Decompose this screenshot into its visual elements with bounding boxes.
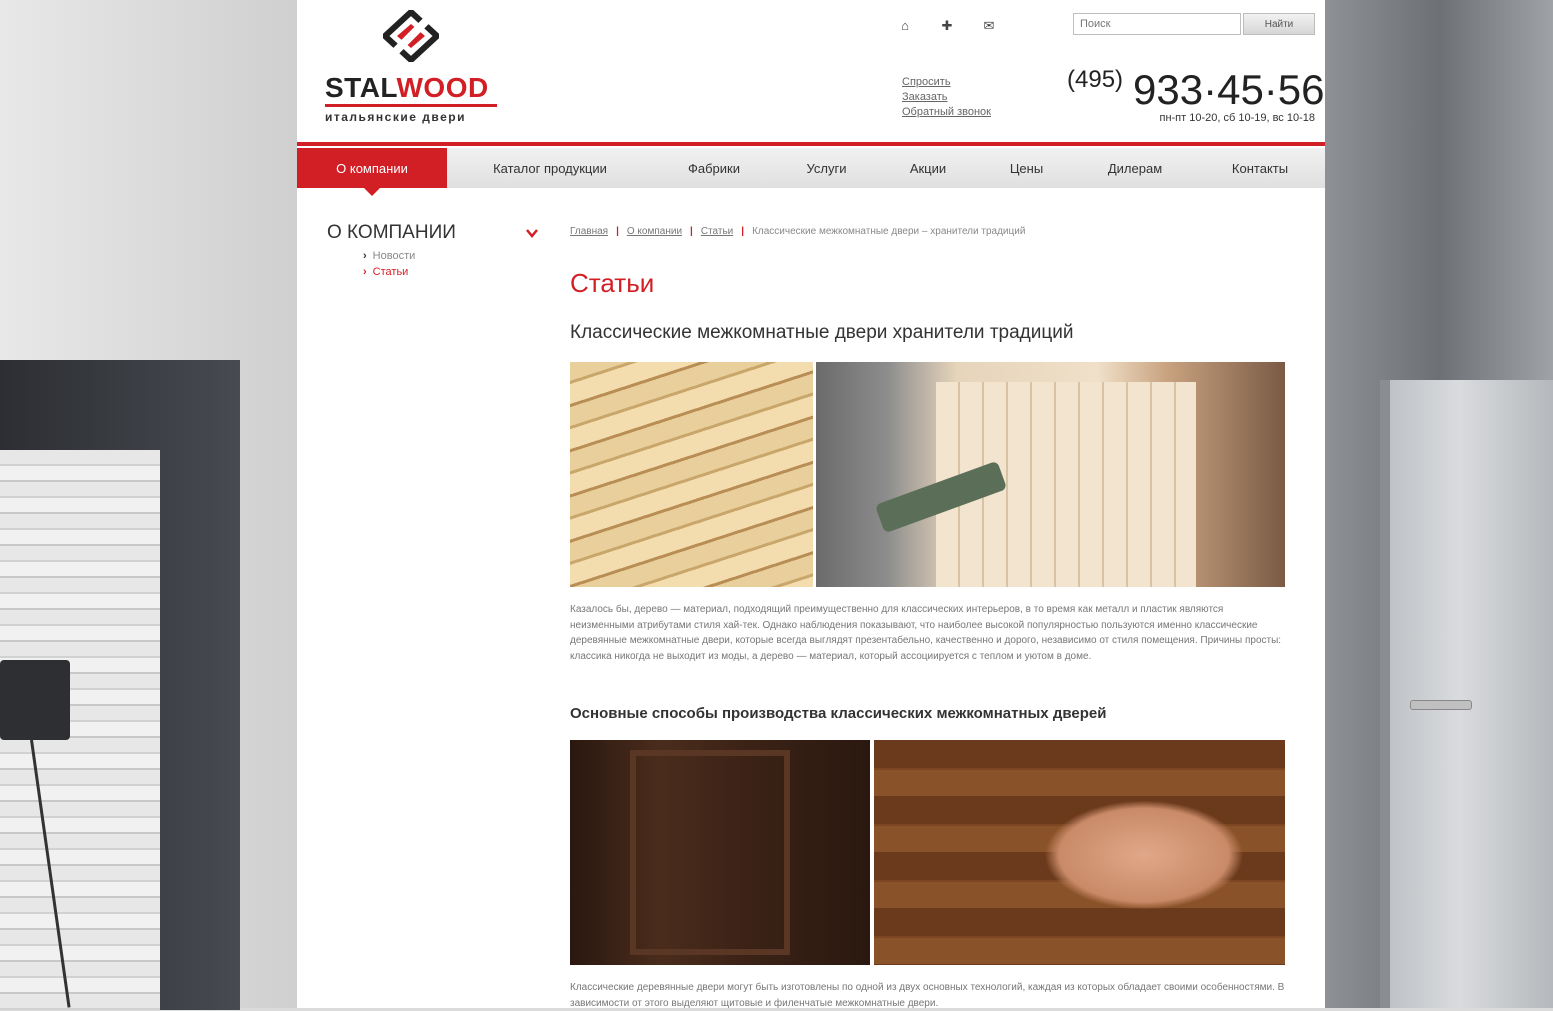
header-divider bbox=[297, 142, 1325, 146]
craftsman-photo bbox=[816, 362, 1285, 587]
quick-links: Спросить Заказать Обратный звонок bbox=[902, 76, 991, 118]
nav-item-catalog[interactable]: Каталог продукции bbox=[447, 148, 653, 188]
sidebar-item-news[interactable]: Новости bbox=[363, 248, 416, 264]
order-link[interactable]: Заказать bbox=[902, 91, 991, 103]
breadcrumb-home[interactable]: Главная bbox=[570, 226, 608, 237]
main-nav: О компании Каталог продукции Фабрики Усл… bbox=[297, 148, 1325, 196]
search-input[interactable] bbox=[1073, 13, 1241, 35]
home-icon[interactable]: ⌂ bbox=[897, 18, 913, 34]
logo-text-dark: STAL bbox=[325, 72, 397, 103]
top-icons: ⌂ ✚ ✉ bbox=[897, 18, 997, 34]
nav-item-contacts[interactable]: Контакты bbox=[1195, 148, 1325, 188]
article-paragraph-2: Классические деревянные двери могут быть… bbox=[570, 982, 1285, 1009]
logo-wordmark[interactable]: STALWOOD bbox=[325, 72, 489, 104]
nav-item-about[interactable]: О компании bbox=[297, 148, 447, 196]
nav-item-prices[interactable]: Цены bbox=[978, 148, 1075, 188]
nav-item-services[interactable]: Услуги bbox=[775, 148, 878, 188]
logo-tagline: итальянские двери bbox=[325, 110, 466, 124]
article-paragraph: Казалось бы, дерево — материал, подходящ… bbox=[570, 604, 1282, 662]
breadcrumb-current: Классические межкомнатные двери – хранит… bbox=[752, 226, 1026, 237]
carving-photo bbox=[874, 740, 1285, 965]
sidebar-item-articles[interactable]: Статьи bbox=[363, 264, 415, 280]
nav-item-dealers[interactable]: Дилерам bbox=[1075, 148, 1195, 188]
logo-mark-icon[interactable] bbox=[383, 10, 439, 62]
breadcrumb-about[interactable]: О компании bbox=[627, 226, 682, 237]
breadcrumb-separator: | bbox=[616, 226, 619, 237]
working-hours: пн-пт 10-20, сб 10-19, вс 10-18 bbox=[1159, 112, 1315, 124]
door-panel bbox=[630, 750, 790, 955]
nav-item-factories[interactable]: Фабрики bbox=[653, 148, 775, 188]
search-button[interactable]: Найти bbox=[1243, 13, 1315, 35]
chevron-down-icon[interactable] bbox=[525, 226, 539, 240]
sidebar-title[interactable]: О КОМПАНИИ bbox=[327, 222, 456, 244]
background-door-handle bbox=[1410, 700, 1472, 710]
callback-link[interactable]: Обратный звонок bbox=[902, 106, 991, 118]
page-title: Статьи bbox=[570, 268, 655, 298]
lumber-photo bbox=[570, 362, 813, 587]
breadcrumb: Главная | О компании | Статьи | Классические м… bbox=[570, 226, 1025, 237]
phone-main: 933·45·56 bbox=[1133, 66, 1325, 113]
carving-hands bbox=[1044, 800, 1244, 910]
background-door bbox=[1380, 380, 1553, 1008]
background-lamp bbox=[0, 660, 70, 740]
breadcrumb-separator: | bbox=[741, 226, 745, 237]
logo-text-accent: WOOD bbox=[396, 72, 489, 103]
breadcrumb-articles[interactable]: Статьи bbox=[701, 226, 733, 237]
section-heading: Основные способы производства классическ… bbox=[570, 705, 1107, 722]
sidebar-menu: Новости Статьи bbox=[363, 248, 416, 280]
nav-item-promotions[interactable]: Акции bbox=[878, 148, 978, 188]
article-title: Классические межкомнатные двери хранител… bbox=[570, 322, 1074, 343]
phone-number: (495) 933·45·56 bbox=[1067, 66, 1325, 114]
breadcrumb-separator: | bbox=[690, 226, 693, 237]
door-photo bbox=[570, 740, 870, 965]
logo-underline bbox=[325, 104, 497, 107]
sitemap-icon[interactable]: ✚ bbox=[939, 18, 955, 34]
mail-icon[interactable]: ✉ bbox=[981, 18, 997, 34]
page-container: STALWOOD итальянские двери ⌂ ✚ ✉ Найти С… bbox=[297, 0, 1325, 1009]
phone-code: (495) bbox=[1067, 66, 1124, 93]
ask-link[interactable]: Спросить bbox=[902, 76, 991, 88]
